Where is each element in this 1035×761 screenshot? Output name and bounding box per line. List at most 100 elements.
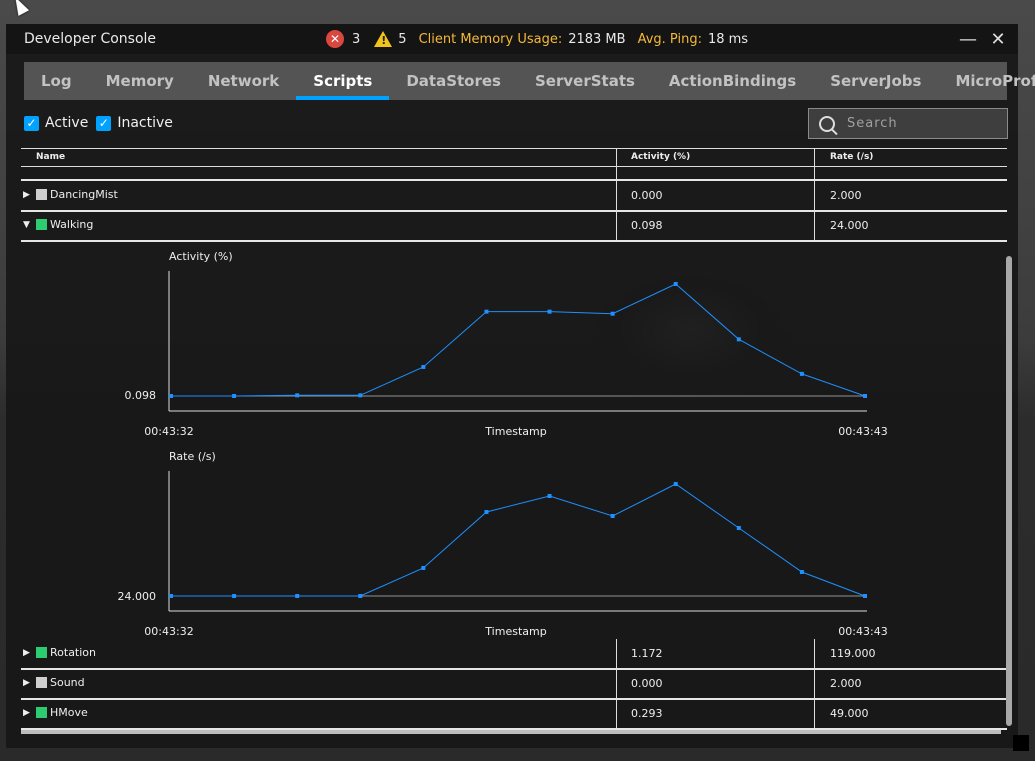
activity-value: 0.000	[631, 189, 663, 202]
tab-memory[interactable]: Memory	[89, 62, 191, 100]
rate-series	[169, 482, 867, 598]
activity-value: 1.172	[631, 647, 663, 660]
rate-x-start: 00:43:32	[144, 625, 193, 637]
search-input[interactable]	[845, 115, 999, 132]
activity-value: 0.000	[631, 677, 663, 690]
developer-console-window: Developer Console ✕ 3 ! 5 Client Memory …	[6, 24, 1035, 748]
table-row[interactable]: ▶ HMove 0.293 49.000	[21, 699, 1007, 730]
rate-value: 2.000	[830, 677, 862, 690]
activity-point[interactable]	[421, 364, 426, 369]
expand-arrow-icon[interactable]: ▶	[23, 678, 30, 688]
rate-y-tick: 24.000	[118, 590, 157, 603]
inactive-checkbox[interactable]: ✓	[96, 115, 112, 131]
activity-line	[171, 283, 866, 397]
window-title: Developer Console	[24, 31, 157, 47]
table-row[interactable]: ▶ Rotation 1.172 119.000	[21, 639, 1007, 670]
active-checkbox[interactable]: ✓	[24, 115, 39, 131]
minimize-icon[interactable]: —	[956, 27, 980, 51]
activity-x-end: 00:43:43	[838, 425, 887, 438]
tab-serverstats[interactable]: ServerStats	[518, 62, 652, 100]
activity-point[interactable]	[484, 309, 489, 314]
column-divider	[616, 669, 617, 698]
status-swatch	[36, 677, 47, 688]
rate-value: 24.000	[830, 219, 869, 232]
rate-point[interactable]	[547, 494, 552, 498]
tab-serverjobs[interactable]: ServerJobs	[813, 62, 938, 100]
error-count[interactable]: 3	[352, 32, 360, 47]
rate-point[interactable]	[736, 526, 741, 530]
rate-point[interactable]	[610, 514, 615, 518]
rate-point[interactable]	[673, 482, 678, 486]
rate-point[interactable]	[358, 594, 363, 598]
rate-point[interactable]	[484, 510, 489, 514]
tab-network[interactable]: Network	[191, 62, 296, 100]
rate-x-label: Timestamp	[484, 625, 546, 637]
activity-point[interactable]	[736, 337, 741, 342]
title-bar: Developer Console ✕ 3 ! 5 Client Memory …	[6, 24, 1018, 54]
horizontal-scrollbar[interactable]	[21, 730, 1001, 734]
activity-point[interactable]	[547, 309, 552, 314]
column-divider	[616, 157, 617, 179]
table-row[interactable]: ▶ Sound 0.000 2.000	[21, 669, 1007, 700]
tab-actionbindings[interactable]: ActionBindings	[652, 62, 813, 100]
tab-microprofiler[interactable]: MicroProfiler	[938, 62, 1035, 100]
expand-arrow-icon[interactable]: ▶	[23, 648, 30, 658]
activity-point[interactable]	[799, 371, 804, 376]
scripts-table: Name Activity (%) Rate (/s) ▶ DancingMis…	[21, 148, 1007, 730]
tab-scripts[interactable]: Scripts	[296, 62, 390, 100]
column-divider	[616, 639, 617, 668]
status-swatch	[36, 707, 47, 718]
search-icon	[819, 115, 835, 132]
activity-point[interactable]	[169, 394, 173, 398]
table-row-expanded[interactable]: ▼ Walking 0.098 24.000	[21, 211, 1007, 242]
table-row-partial	[21, 157, 1007, 181]
tab-log[interactable]: Log	[24, 62, 89, 100]
ping-value: 18 ms	[707, 31, 749, 47]
activity-point[interactable]	[610, 311, 615, 316]
graph-svg: Activity (%) 0.098 00:43:32 Timestamp 00…	[118, 250, 888, 638]
collapse-arrow-icon[interactable]: ▼	[23, 220, 30, 230]
rate-point[interactable]	[799, 570, 804, 574]
activity-x-label: Timestamp	[484, 425, 546, 438]
ping-label: Avg. Ping:	[637, 31, 702, 47]
rate-x-end: 00:43:43	[838, 625, 887, 637]
rate-point[interactable]	[169, 594, 173, 598]
vertical-scrollbar[interactable]	[1006, 256, 1012, 726]
warning-icon[interactable]: !	[374, 31, 393, 47]
script-name: HMove	[50, 706, 88, 719]
script-name: Walking	[50, 218, 94, 231]
activity-point[interactable]	[295, 393, 300, 398]
column-divider	[616, 211, 617, 240]
memory-value: 2183 MB	[568, 31, 626, 47]
search-box[interactable]	[808, 108, 1008, 139]
expanded-graph-panel: Activity (%) 0.098 00:43:32 Timestamp 00…	[21, 239, 1007, 638]
column-divider	[814, 669, 815, 698]
activity-point[interactable]	[232, 394, 237, 398]
script-name: DancingMist	[50, 188, 118, 201]
activity-series	[169, 282, 867, 398]
status-swatch	[36, 219, 47, 230]
activity-value: 0.293	[631, 707, 663, 720]
rate-point[interactable]	[421, 566, 426, 570]
error-icon[interactable]: ✕	[326, 30, 344, 48]
activity-point[interactable]	[673, 282, 678, 286]
rate-value: 49.000	[830, 707, 869, 720]
activity-point[interactable]	[358, 393, 363, 398]
close-icon[interactable]: ✕	[986, 27, 1010, 51]
rate-point[interactable]	[863, 594, 867, 598]
expand-arrow-icon[interactable]: ▶	[23, 708, 30, 718]
status-swatch	[36, 189, 47, 200]
activity-x-start: 00:43:32	[144, 425, 193, 438]
rate-point[interactable]	[295, 594, 300, 598]
warning-count[interactable]: 5	[398, 32, 406, 47]
table-row[interactable]: ▶ DancingMist 0.000 2.000	[21, 181, 1007, 212]
resize-handle[interactable]	[1013, 735, 1029, 751]
rate-graph-title: Rate (/s)	[169, 450, 216, 463]
column-divider	[814, 639, 815, 668]
tab-datastores[interactable]: DataStores	[389, 62, 518, 100]
rate-point[interactable]	[232, 594, 237, 598]
activity-value: 0.098	[631, 219, 663, 232]
activity-point[interactable]	[863, 394, 867, 398]
expand-arrow-icon[interactable]: ▶	[23, 190, 30, 200]
column-divider	[814, 699, 815, 728]
